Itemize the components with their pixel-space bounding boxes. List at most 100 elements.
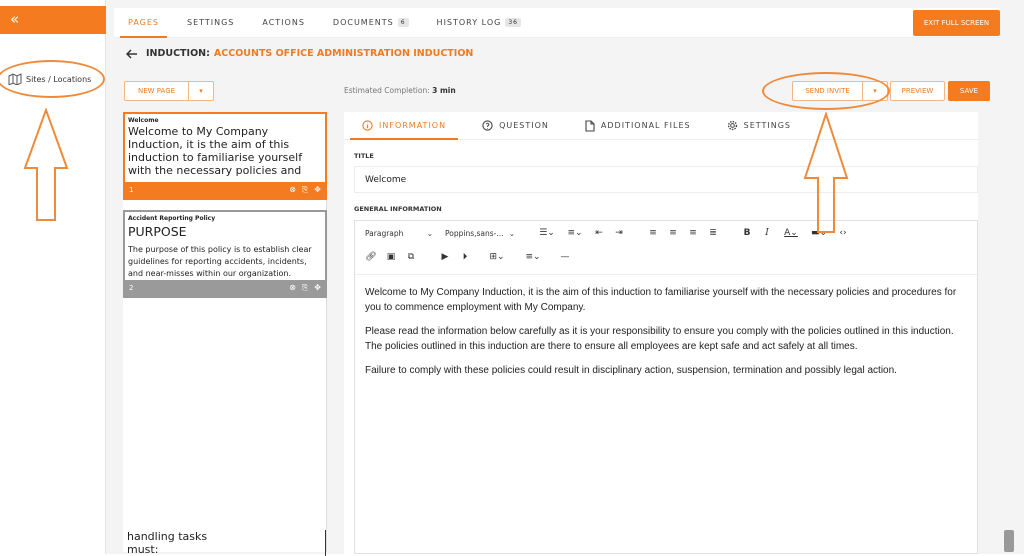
font-select-value: Poppins,sans-... [445, 228, 504, 238]
indent-icon[interactable]: ⇥ [609, 228, 629, 238]
count-badge: 6 [397, 18, 409, 27]
rich-text-editor: Paragraph ⌄ Poppins,sans-... ⌄ ☰⌄ ≡⌄ ⇤ ⇥ ≡… [354, 220, 978, 554]
gear-icon [727, 120, 737, 131]
title-input[interactable]: Welcome [354, 166, 978, 193]
chevron-down-icon: ⌄ [426, 228, 433, 238]
tab-label: ADDITIONAL FILES [600, 121, 691, 130]
page-preview-snippet: handling tasks must: [127, 530, 326, 556]
font-select[interactable]: Poppins,sans-... ⌄ [441, 229, 519, 238]
main-area: PAGES SETTINGS ACTIONS DOCUMENTS 6 HISTOR… [106, 0, 1024, 556]
link-icon[interactable]: 🔗︎ [361, 252, 381, 262]
content-paragraph: Please read the information below carefu… [365, 326, 954, 352]
page-card-title: Welcome [128, 117, 159, 124]
content-paragraph: Failure to comply with these policies co… [365, 365, 897, 376]
page-number: 2 [129, 284, 134, 292]
format-select-value: Paragraph [365, 228, 404, 238]
tab-label: SETTINGS [186, 18, 235, 27]
tab-label: INFORMATION [379, 121, 447, 130]
tab-label: ACTIONS [262, 18, 305, 27]
page-number: 1 [129, 186, 134, 194]
duplicate-icon[interactable]: ⎘ [302, 283, 308, 293]
estimate-label: Estimated Completion: [344, 86, 430, 95]
tab-pages[interactable]: PAGES [114, 8, 173, 38]
horizontal-rule-icon[interactable]: — [555, 252, 575, 262]
tab-documents[interactable]: DOCUMENTS 6 [319, 8, 423, 38]
tab-editor-settings[interactable]: SETTINGS [709, 112, 809, 140]
tab-label: QUESTION [499, 121, 549, 130]
bold-icon[interactable]: B [737, 228, 757, 238]
format-select[interactable]: Paragraph ⌄ [361, 229, 437, 238]
media-icon[interactable]: ⏵ [455, 252, 475, 262]
page-card-preview: The purpose of this policy is to establi… [128, 245, 312, 278]
new-page-button[interactable]: NEW PAGE [125, 82, 189, 100]
tab-label: SETTINGS [743, 121, 791, 130]
page-card-footer: 2 ⊗ ⎘ ✥ [125, 280, 325, 296]
table-icon[interactable]: ⊞⌄ [483, 252, 511, 262]
move-icon[interactable]: ✥ [314, 185, 321, 195]
editor-tabs: INFORMATION QUESTION ADDITIONAL FILES SE… [344, 112, 978, 140]
text-color-icon[interactable]: A⌄ [777, 228, 805, 238]
tab-settings[interactable]: SETTINGS [173, 8, 248, 38]
preview-button[interactable]: PREVIEW [890, 81, 945, 101]
page-card-accident-reporting[interactable]: Accident Reporting Policy PURPOSE The pu… [123, 210, 327, 298]
chevron-down-icon: ⌄ [508, 228, 515, 238]
page-card-preview: Welcome to My Company Induction, it is t… [128, 125, 303, 179]
induction-name: ACCOUNTS OFFICE ADMINISTRATION INDUCTION [213, 48, 474, 59]
back-arrow-icon[interactable] [126, 48, 138, 59]
new-page-dropdown[interactable]: ▾ [189, 82, 213, 100]
general-information-label: GENERAL INFORMATION [354, 205, 442, 213]
align-justify-icon[interactable]: ≣ [703, 228, 723, 238]
outdent-icon[interactable]: ⇤ [589, 228, 609, 238]
tab-history-log[interactable]: HISTORY LOG 36 [423, 8, 535, 38]
breadcrumb-label: INDUCTION: [146, 48, 210, 59]
tab-label: HISTORY LOG [436, 18, 502, 27]
image-icon[interactable]: ▣ [381, 252, 401, 262]
page-list: Welcome Welcome to My Company Induction,… [123, 112, 327, 556]
estimated-completion: Estimated Completion: 3 min [344, 86, 456, 95]
estimate-value: 3 min [432, 86, 456, 95]
tab-additional-files[interactable]: ADDITIONAL FILES [567, 112, 709, 140]
content-paragraph: Welcome to My Company Induction, it is t… [365, 287, 957, 313]
editor-content[interactable]: Welcome to My Company Induction, it is t… [355, 275, 977, 397]
page-card-title: Accident Reporting Policy [128, 215, 216, 222]
count-badge: 36 [505, 18, 521, 27]
annotation-ellipse-send-invite [762, 72, 890, 110]
breadcrumb: INDUCTION: ACCOUNTS OFFICE ADMINISTRATIO… [126, 48, 473, 59]
move-icon[interactable]: ✥ [314, 283, 321, 293]
file-icon [585, 119, 595, 132]
align-center-icon[interactable]: ≡ [663, 228, 683, 238]
top-navigation: PAGES SETTINGS ACTIONS DOCUMENTS 6 HISTOR… [114, 8, 1000, 38]
tab-question[interactable]: QUESTION [464, 112, 567, 140]
align-right-icon[interactable]: ≡ [683, 228, 703, 238]
annotation-arrow-up-icon [803, 112, 849, 233]
video-icon[interactable]: ▶ [435, 252, 455, 262]
sidebar-toggle-button[interactable]: « [0, 6, 106, 34]
save-button[interactable]: SAVE [948, 81, 990, 101]
question-icon [482, 120, 493, 131]
page-card-heading: PURPOSE [128, 224, 187, 239]
line-height-icon[interactable]: ≡⌄ [519, 252, 547, 262]
info-icon [362, 120, 373, 131]
delete-icon[interactable]: ⊗ [289, 283, 296, 293]
tab-actions[interactable]: ACTIONS [248, 8, 319, 38]
new-page-split-button: NEW PAGE ▾ [124, 81, 214, 101]
bullet-list-icon[interactable]: ☰⌄ [533, 228, 561, 238]
exit-full-screen-button[interactable]: EXIT FULL SCREEN [913, 10, 1000, 36]
chevron-down-icon: ▾ [199, 87, 203, 95]
tab-label: DOCUMENTS [332, 18, 394, 27]
editor-toolbar: Paragraph ⌄ Poppins,sans-... ⌄ ☰⌄ ≡⌄ ⇤ ⇥ ≡… [355, 221, 977, 275]
tab-information[interactable]: INFORMATION [344, 112, 464, 140]
align-left-icon[interactable]: ≡ [643, 228, 663, 238]
italic-icon[interactable]: I [757, 228, 777, 238]
duplicate-icon[interactable]: ⎘ [302, 185, 308, 195]
delete-icon[interactable]: ⊗ [289, 185, 296, 195]
image-upload-icon[interactable]: ⧉ [401, 252, 421, 262]
scrollbar-thumb[interactable] [1004, 530, 1014, 552]
page-card-footer: 1 ⊗ ⎘ ✥ [125, 182, 325, 198]
numbered-list-icon[interactable]: ≡⌄ [561, 228, 589, 238]
tab-label: PAGES [128, 18, 159, 27]
annotation-ellipse-sites [0, 60, 105, 98]
page-card-welcome[interactable]: Welcome Welcome to My Company Induction,… [123, 112, 327, 200]
toolbar-row: Paragraph ⌄ Poppins,sans-... ⌄ ☰⌄ ≡⌄ ⇤ ⇥ ≡… [355, 221, 977, 245]
annotation-arrow-up-icon [23, 108, 69, 221]
